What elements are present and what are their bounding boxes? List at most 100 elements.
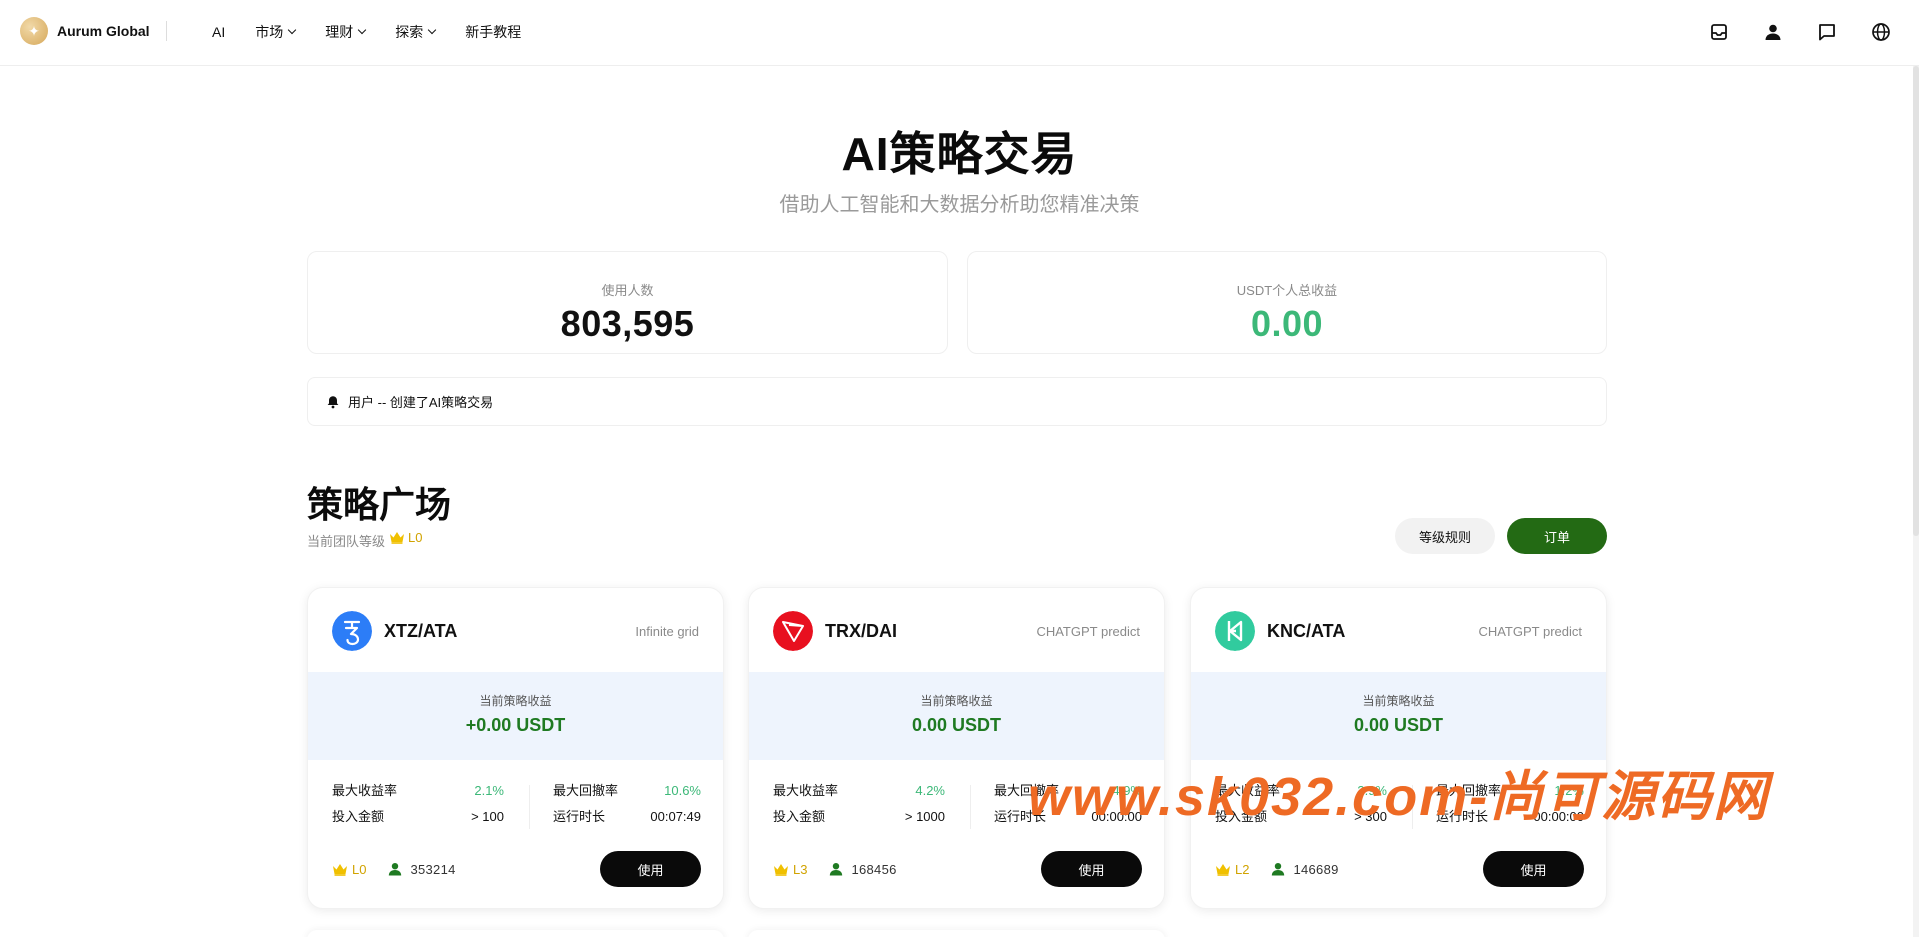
income-value: +0.00 USDT [465,715,566,735]
card-footer: L0 353214 使用 [332,851,701,887]
strategy-card-next-row[interactable] [748,930,1165,937]
users-stat-card: 使用人数 803,595 [307,251,948,354]
runtime-value: 00:07:49 [650,809,701,824]
header-actions [1677,20,1893,44]
use-strategy-button[interactable]: 使用 [1041,851,1142,887]
card-footer: L3 168456 使用 [773,851,1142,887]
trading-pair: TRX/DAI [825,621,897,641]
invest-label: 投入金额 [773,809,826,824]
level-rules-button[interactable]: 等级规则 [1395,518,1495,554]
team-level: 当前团队等级 L0 [307,530,423,550]
team-level-value: L0 [408,530,423,545]
invest-value: > 100 [471,809,504,824]
card-header: XTZ/ATA Infinite grid [308,588,723,672]
users-stat-label: 使用人数 [601,283,654,298]
earnings-stat-value: 0.00 [1250,303,1324,344]
strategy-type: Infinite grid [635,624,699,639]
watermark-text: www.sk032.com-尚可源码网 [1028,767,1770,827]
page-subtitle: 借助人工智能和大数据分析助您精准决策 [779,194,1140,216]
nav-item-ai[interactable]: AI [212,24,225,40]
user-count: 168456 [851,861,897,877]
brand-logo-icon: ✦ [20,17,48,45]
strategy-income-panel: 当前策略收益 0.00 USDT [749,672,1164,760]
orders-button[interactable]: 订单 [1507,518,1607,554]
card-footer: L2 146689 使用 [1215,851,1584,887]
drawdown-label: 最大回撤率 [553,783,619,798]
user-count-icon [830,863,843,876]
user-count-icon [389,863,402,876]
strategy-income-panel: 当前策略收益 0.00 USDT [1191,672,1606,760]
strategy-type: CHATGPT predict [1036,624,1140,639]
strategy-card-xtz-ata[interactable]: XTZ/ATA Infinite grid 当前策略收益 +0.00 USDT … [307,587,724,909]
invest-value: > 1000 [904,809,945,824]
income-label: 当前策略收益 [479,694,552,708]
users-stat-value: 803,595 [560,303,695,344]
income-value: 0.00 USDT [911,715,1002,735]
metrics-divider [970,785,971,829]
chat-icon[interactable] [1815,20,1839,44]
nav-label: 市场 [255,24,284,40]
crown-icon [333,863,347,876]
trading-pair: KNC/ATA [1267,621,1346,641]
globe-icon[interactable] [1869,20,1893,44]
max-yield-label: 最大收益率 [773,783,839,798]
nav-item-market[interactable]: 市场 [255,22,297,42]
runtime-label: 运行时长 [553,809,606,824]
income-label: 当前策略收益 [1362,694,1435,708]
card-header: TRX/DAI CHATGPT predict [749,588,1164,672]
trading-pair: XTZ/ATA [384,621,458,641]
strategy-plaza-title: 策略广场 [307,484,452,525]
notice-text: 用户 -- 创建了AI策略交易 [348,395,494,410]
chevron-down-icon [287,25,297,35]
user-count: 146689 [1293,861,1339,877]
required-level: L2 [1235,861,1250,877]
tron-coin-icon [773,611,813,651]
max-yield-label: 最大收益率 [332,783,398,798]
nav-item-explore[interactable]: 探索 [395,22,437,42]
strategy-card-trx-dai[interactable]: TRX/DAI CHATGPT predict 当前策略收益 0.00 USDT… [748,587,1165,909]
top-navigation-bar: ✦ Aurum Global AI 市场 理财 探索 新手教程 [0,0,1919,66]
nav-item-tutorial[interactable]: 新手教程 [465,22,521,42]
user-count-icon [1272,863,1285,876]
drawdown-value: 10.6% [664,783,701,798]
brand-divider [166,21,167,41]
invest-label: 投入金额 [332,809,385,824]
strategy-card-next-row[interactable] [307,930,724,937]
earnings-stat-label: USDT个人总收益 [1236,283,1338,298]
nav-label: 探索 [395,24,424,40]
strategy-income-panel: 当前策略收益 +0.00 USDT [308,672,723,760]
brand-name: Aurum Global [57,23,150,39]
nav-label: 新手教程 [465,24,522,40]
required-level: L0 [352,861,367,877]
inbox-icon[interactable] [1707,20,1731,44]
nav-label: AI [212,24,226,40]
use-strategy-button[interactable]: 使用 [600,851,701,887]
max-yield-value: 2.1% [474,783,504,798]
tezos-coin-icon [332,611,372,651]
income-label: 当前策略收益 [920,694,993,708]
max-yield-value: 4.2% [915,783,945,798]
page-title: AI策略交易 [841,128,1078,180]
required-level: L3 [793,861,808,877]
main-nav: AI 市场 理财 探索 新手教程 [212,22,551,42]
chevron-down-icon [427,25,437,35]
strategy-metrics: 最大收益率 2.1% 投入金额 > 100 最大回撤率 10.6% 运行时长 00:07… [332,783,701,833]
user-icon[interactable] [1761,20,1785,44]
strategy-type: CHATGPT predict [1478,624,1582,639]
chevron-down-icon [357,25,367,35]
kyber-coin-icon [1215,611,1255,651]
income-value: 0.00 USDT [1353,715,1444,735]
team-level-label: 当前团队等级 [307,534,386,549]
bell-icon [327,395,339,408]
strategy-card-knc-ata[interactable]: KNC/ATA CHATGPT predict 当前策略收益 0.00 USDT… [1190,587,1607,909]
metrics-divider [529,785,530,829]
earnings-stat-card: USDT个人总收益 0.00 [967,251,1607,354]
brand[interactable]: ✦ Aurum Global [20,17,150,45]
nav-label: 理财 [325,24,354,40]
card-header: KNC/ATA CHATGPT predict [1191,588,1606,672]
crown-icon [774,863,788,876]
nav-item-finance[interactable]: 理财 [325,22,367,42]
use-strategy-button[interactable]: 使用 [1483,851,1584,887]
activity-notice: 用户 -- 创建了AI策略交易 [307,377,1607,426]
user-count: 353214 [410,861,456,877]
